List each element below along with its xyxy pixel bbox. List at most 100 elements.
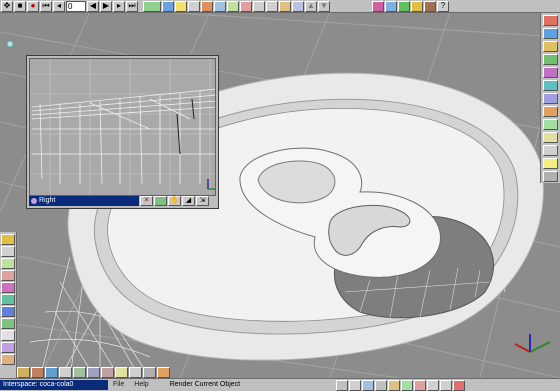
bone-icon[interactable] bbox=[279, 0, 291, 12]
help-menu[interactable]: Help bbox=[129, 380, 153, 390]
texture-tool-icon[interactable] bbox=[1, 294, 15, 305]
persp-view-icon[interactable] bbox=[115, 367, 128, 378]
right-view-wireframe bbox=[30, 59, 215, 195]
primitive-camera-icon[interactable] bbox=[543, 171, 558, 182]
right-view-title[interactable]: Right bbox=[29, 195, 139, 206]
rotate-tool-icon[interactable] bbox=[1, 258, 15, 269]
boolean-tool-icon[interactable] bbox=[1, 306, 15, 317]
object-icon[interactable] bbox=[201, 0, 213, 12]
delete-icon[interactable] bbox=[452, 379, 465, 391]
rewind-start-icon[interactable]: ⏮ bbox=[40, 0, 52, 12]
primitive-cone-icon[interactable] bbox=[543, 67, 558, 78]
unlink-icon[interactable] bbox=[266, 0, 278, 12]
forward-end-icon[interactable]: ⏭ bbox=[126, 0, 138, 12]
scale-tool-icon[interactable] bbox=[1, 270, 15, 281]
primitive-torus-icon[interactable] bbox=[543, 41, 558, 52]
primitive-plane-icon[interactable] bbox=[543, 80, 558, 91]
status-icons bbox=[335, 379, 465, 391]
wireframe-mode-icon[interactable] bbox=[129, 367, 142, 378]
spline-icon[interactable] bbox=[214, 0, 226, 12]
light-icon[interactable] bbox=[175, 0, 187, 12]
cube-icon[interactable] bbox=[424, 0, 436, 12]
play-icon[interactable]: ▶ bbox=[100, 0, 112, 12]
right-view-titlebar: Right ✕ ✋ ◢ ⇲ bbox=[29, 195, 216, 206]
shaded-mode-icon[interactable] bbox=[143, 367, 156, 378]
morph-icon[interactable] bbox=[292, 0, 304, 12]
subview-render-icon[interactable] bbox=[154, 195, 167, 206]
view-eye-icon bbox=[31, 197, 37, 204]
primitive-cylinder-icon[interactable] bbox=[543, 54, 558, 65]
status-bar: Interspace: coca-cola0 File Help Render … bbox=[0, 378, 560, 391]
face-tool-icon[interactable] bbox=[1, 354, 15, 365]
light-marker-icon[interactable] bbox=[6, 40, 14, 48]
top-view-icon[interactable] bbox=[87, 367, 100, 378]
down-icon[interactable]: ▼ bbox=[318, 0, 330, 12]
help-icon[interactable]: ? bbox=[437, 0, 449, 12]
right-view-canvas[interactable] bbox=[29, 58, 216, 196]
side-view-icon[interactable] bbox=[101, 367, 114, 378]
camera-icon[interactable] bbox=[188, 0, 200, 12]
loft-tool-icon[interactable] bbox=[1, 342, 15, 353]
align-icon[interactable] bbox=[387, 379, 400, 391]
right-view-label: Right bbox=[39, 196, 56, 204]
select-tool-icon[interactable] bbox=[1, 234, 15, 245]
face-mode-icon[interactable] bbox=[157, 367, 170, 378]
material-icon[interactable] bbox=[162, 0, 174, 12]
redo-icon[interactable] bbox=[439, 379, 452, 391]
front-view-icon[interactable] bbox=[73, 367, 86, 378]
subview-resize-icon[interactable]: ⇲ bbox=[196, 195, 209, 206]
play-backward-icon[interactable]: ◀ bbox=[87, 0, 99, 12]
animate-icon[interactable] bbox=[240, 0, 252, 12]
ungroup-icon[interactable] bbox=[413, 379, 426, 391]
lathe-tool-icon[interactable] bbox=[1, 318, 15, 329]
primitive-text-icon[interactable] bbox=[543, 145, 558, 156]
primitive-dodeca-icon[interactable] bbox=[543, 119, 558, 130]
lock-icon[interactable] bbox=[335, 379, 348, 391]
bottom-toolbar bbox=[17, 367, 365, 378]
palette-icon[interactable] bbox=[372, 0, 384, 12]
subview-zoom-icon[interactable]: ◢ bbox=[182, 195, 195, 206]
sweep-tool-icon[interactable] bbox=[1, 330, 15, 341]
file-menu[interactable]: File bbox=[108, 380, 129, 390]
move-tool-icon[interactable] bbox=[1, 246, 15, 257]
snap-icon[interactable] bbox=[361, 379, 374, 391]
record-icon[interactable]: ● bbox=[27, 0, 39, 12]
grid-icon[interactable] bbox=[374, 379, 387, 391]
globe-icon[interactable] bbox=[398, 0, 410, 12]
undo-icon[interactable] bbox=[426, 379, 439, 391]
right-view-window[interactable]: Right ✕ ✋ ◢ ⇲ bbox=[26, 55, 219, 209]
primitive-icosa-icon[interactable] bbox=[543, 132, 558, 143]
rainbow-icon[interactable] bbox=[411, 0, 423, 12]
subview-pan-icon[interactable]: ✋ bbox=[168, 195, 181, 206]
primitive-sphere-icon[interactable] bbox=[543, 15, 558, 26]
group-icon[interactable] bbox=[400, 379, 413, 391]
status-message: Render Current Object bbox=[169, 381, 241, 388]
axis-gizmo bbox=[514, 334, 551, 353]
up-icon[interactable]: ▲ bbox=[305, 0, 317, 12]
subview-axis-gizmo bbox=[207, 179, 215, 190]
hide-icon[interactable] bbox=[348, 379, 361, 391]
step-back-icon[interactable]: ◂ bbox=[53, 0, 65, 12]
primitive-cube-icon[interactable] bbox=[543, 28, 558, 39]
zoom-view-icon[interactable] bbox=[45, 367, 58, 378]
step-forward-icon[interactable]: ▸ bbox=[113, 0, 125, 12]
frame-field[interactable]: 0 bbox=[66, 0, 86, 12]
link-icon[interactable] bbox=[253, 0, 265, 12]
pan-view-icon[interactable] bbox=[17, 367, 30, 378]
dolly-view-icon[interactable] bbox=[59, 367, 72, 378]
paint-tool-icon[interactable] bbox=[1, 282, 15, 293]
sphere-icon[interactable] bbox=[385, 0, 397, 12]
can-side-wireframe bbox=[31, 88, 215, 185]
orbit-view-icon[interactable] bbox=[31, 367, 44, 378]
subview-close-icon[interactable]: ✕ bbox=[140, 195, 153, 206]
primitive-light-icon[interactable] bbox=[543, 158, 558, 169]
deform-icon[interactable] bbox=[227, 0, 239, 12]
top-toolbar: ✥ ■ ● ⏮ ◂ 0 ◀ ▶ ▸ ⏭ ▲ ▼ ? bbox=[0, 0, 560, 13]
application-window: ✥ ■ ● ⏮ ◂ 0 ◀ ▶ ▸ ⏭ ▲ ▼ ? Right ✕ ✋ ◢ ⇲ … bbox=[0, 0, 560, 391]
primitive-octa-icon[interactable] bbox=[543, 106, 558, 117]
render-icon[interactable] bbox=[143, 0, 161, 12]
primitive-tetra-icon[interactable] bbox=[543, 93, 558, 104]
interspace-label[interactable]: Interspace: coca-cola0 bbox=[0, 380, 108, 390]
move-icon[interactable]: ✥ bbox=[1, 0, 13, 12]
stop-icon[interactable]: ■ bbox=[14, 0, 26, 12]
